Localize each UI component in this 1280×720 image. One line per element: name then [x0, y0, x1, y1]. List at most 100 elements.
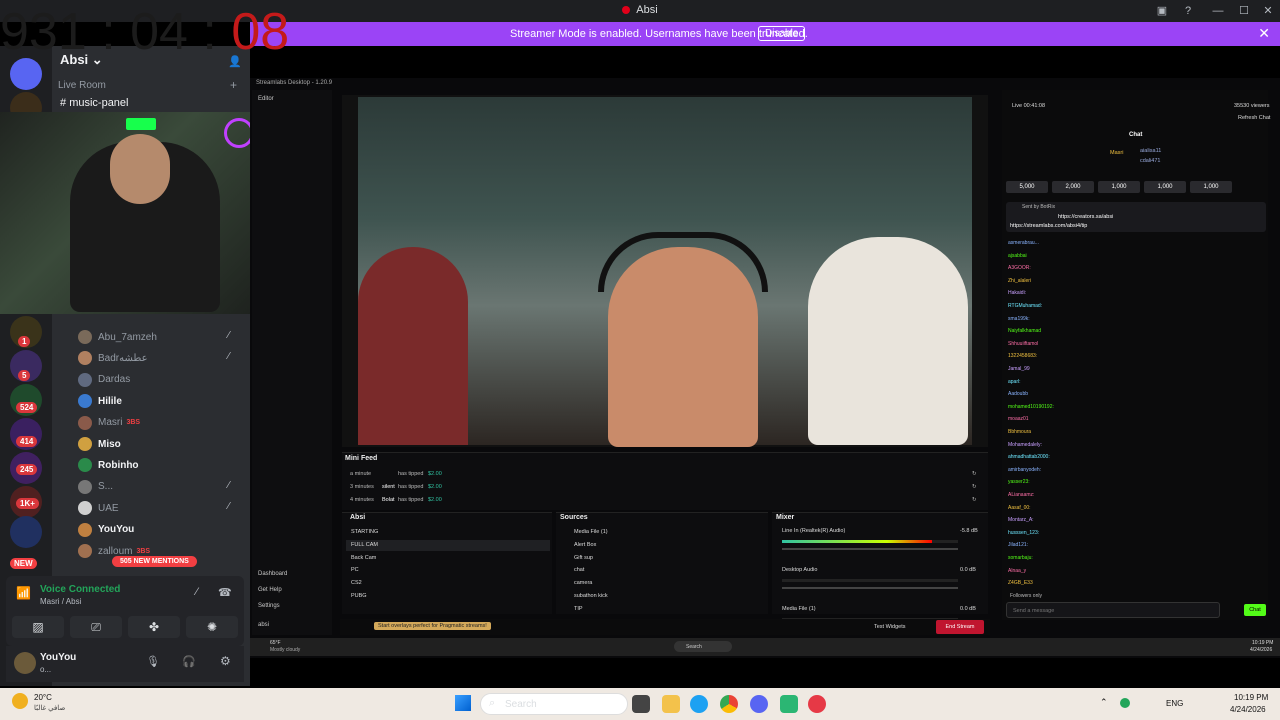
- microphone-icon[interactable]: 🎙: [146, 655, 160, 668]
- member-item[interactable]: UAE: [78, 498, 119, 518]
- member-item[interactable]: Abu_7amzeh: [78, 327, 157, 347]
- test-widgets-button[interactable]: Test Widgets: [874, 624, 905, 630]
- muted-mic-icon: ⁄: [228, 330, 230, 341]
- refresh-chat-button[interactable]: Refresh Chat: [1238, 115, 1270, 121]
- scene-item[interactable]: PUBG: [346, 591, 550, 602]
- voice-status[interactable]: Voice Connected: [40, 584, 120, 595]
- gift-tier[interactable]: 2,000: [1052, 181, 1094, 193]
- replay-icon[interactable]: ↻: [972, 484, 977, 490]
- camera-off-button[interactable]: ▨: [12, 616, 64, 638]
- task-view-icon[interactable]: [632, 695, 650, 713]
- minimize-button[interactable]: —: [1210, 3, 1226, 19]
- server-icon[interactable]: [10, 516, 42, 548]
- scene-item[interactable]: PC: [346, 565, 550, 576]
- activities-button[interactable]: ✤: [128, 616, 180, 638]
- sources-title: Sources: [560, 514, 588, 521]
- mixer-db: -5.8 dB: [960, 528, 978, 534]
- chat-message: Naiyfalkhamad: [1008, 328, 1042, 335]
- noise-icon[interactable]: ⁄: [196, 586, 198, 598]
- chevron-up-icon[interactable]: ⌃: [1100, 697, 1108, 708]
- menu-editor[interactable]: Editor: [258, 96, 274, 102]
- member-item[interactable]: Badrعطشه: [78, 348, 148, 368]
- file-explorer-icon[interactable]: [662, 695, 680, 713]
- source-item[interactable]: subathon kick: [562, 591, 752, 602]
- volume-slider[interactable]: [782, 548, 958, 550]
- member-name: Hilile: [98, 395, 122, 407]
- member-item[interactable]: S...: [78, 477, 113, 497]
- gift-tier[interactable]: 1,000: [1190, 181, 1232, 193]
- language-indicator[interactable]: ENG: [1166, 699, 1183, 708]
- menu-get-help[interactable]: Get Help: [258, 587, 282, 593]
- taskbar-temp[interactable]: 20°C: [34, 693, 52, 702]
- maximize-button[interactable]: ☐: [1236, 3, 1252, 19]
- end-stream-button[interactable]: End Stream: [936, 620, 984, 634]
- feed-action: has tipped: [398, 471, 424, 477]
- taskbar-search[interactable]: ⌕ Search: [480, 693, 628, 715]
- avatar: [78, 544, 92, 558]
- member-item[interactable]: Dardas: [78, 370, 130, 390]
- menu-dashboard[interactable]: Dashboard: [258, 571, 287, 577]
- member-name: S...: [98, 481, 114, 493]
- gift-tier[interactable]: 5,000: [1006, 181, 1048, 193]
- scene-item[interactable]: FULL CAM: [346, 539, 550, 551]
- gift-tier[interactable]: 1,000: [1144, 181, 1186, 193]
- username[interactable]: YouYou: [40, 652, 76, 663]
- taskbar-date[interactable]: 4/24/2026: [1230, 705, 1266, 714]
- send-chat-button[interactable]: Chat: [1244, 604, 1266, 616]
- gift-tier[interactable]: 1,000: [1098, 181, 1140, 193]
- chrome-icon[interactable]: [720, 695, 738, 713]
- kick-app-icon[interactable]: [780, 695, 798, 713]
- source-item[interactable]: Media File (1): [562, 527, 752, 538]
- disconnect-icon[interactable]: ☎: [218, 586, 232, 599]
- member-item[interactable]: YouYou: [78, 520, 134, 540]
- inbox-icon[interactable]: ▣: [1154, 3, 1170, 19]
- member-item[interactable]: Masri 3BS: [78, 413, 140, 433]
- chat-message: aparl:: [1008, 378, 1021, 385]
- close-window-button[interactable]: ✕: [1260, 3, 1276, 19]
- start-icon[interactable]: [455, 695, 471, 711]
- soundboard-button[interactable]: ✺: [186, 616, 238, 638]
- source-item[interactable]: Alert Box: [562, 540, 752, 551]
- source-item[interactable]: camera: [562, 578, 752, 589]
- member-item[interactable]: Robinho: [78, 455, 139, 475]
- taskbar-time[interactable]: 10:19 PM: [1234, 693, 1268, 702]
- disable-button[interactable]: Disable: [758, 26, 806, 41]
- pinned-link[interactable]: https://creators.sa/absi: [1058, 214, 1113, 220]
- volume-slider[interactable]: [782, 587, 958, 589]
- source-item[interactable]: TIP: [562, 604, 752, 615]
- help-icon[interactable]: ?: [1180, 3, 1196, 19]
- streamlabs-icon[interactable]: [808, 695, 826, 713]
- mentions-badge[interactable]: 505 NEW MENTIONS: [112, 556, 197, 567]
- replay-icon[interactable]: ↻: [972, 497, 977, 503]
- edge-icon[interactable]: [690, 695, 708, 713]
- discord-icon[interactable]: [750, 695, 768, 713]
- menu-account[interactable]: absi: [258, 622, 269, 628]
- user-status: o...: [40, 665, 52, 674]
- scene-item[interactable]: CS2: [346, 578, 550, 589]
- member-item[interactable]: Hilile: [78, 391, 122, 411]
- feed-action: has tipped: [398, 484, 424, 490]
- source-item[interactable]: Gift sup: [562, 553, 752, 564]
- search-icon: ⌕: [489, 697, 496, 709]
- weather-icon[interactable]: [12, 693, 28, 709]
- scene-item[interactable]: Back Cam: [346, 553, 550, 564]
- close-banner-icon[interactable]: ✕: [1258, 25, 1270, 42]
- add-channel-icon[interactable]: +: [230, 78, 237, 92]
- live-room-label[interactable]: Live Room: [58, 80, 106, 91]
- settings-icon[interactable]: ⚙: [220, 654, 231, 668]
- member-item[interactable]: Miso: [78, 434, 121, 454]
- home-icon[interactable]: [10, 58, 42, 90]
- source-item[interactable]: chat: [562, 565, 752, 576]
- screen-share-button[interactable]: ⎚: [70, 616, 122, 638]
- menu-settings[interactable]: Settings: [258, 603, 280, 609]
- chat-message: Z4GB_E33: [1008, 580, 1033, 587]
- replay-icon[interactable]: ↻: [972, 471, 977, 477]
- channel-music-panel[interactable]: # music-panel: [60, 97, 129, 109]
- pinned-link[interactable]: https://streamlabs.com/absi4/tip: [1010, 223, 1087, 229]
- chat-input[interactable]: Send a message: [1006, 602, 1220, 618]
- avatar[interactable]: [14, 652, 36, 674]
- headphones-icon[interactable]: 🎧: [182, 655, 196, 668]
- tip-banner[interactable]: Start overlays perfect for Pragmatic str…: [374, 622, 491, 630]
- scene-item[interactable]: STARTING: [346, 527, 550, 538]
- inner-search[interactable]: Search: [674, 641, 732, 652]
